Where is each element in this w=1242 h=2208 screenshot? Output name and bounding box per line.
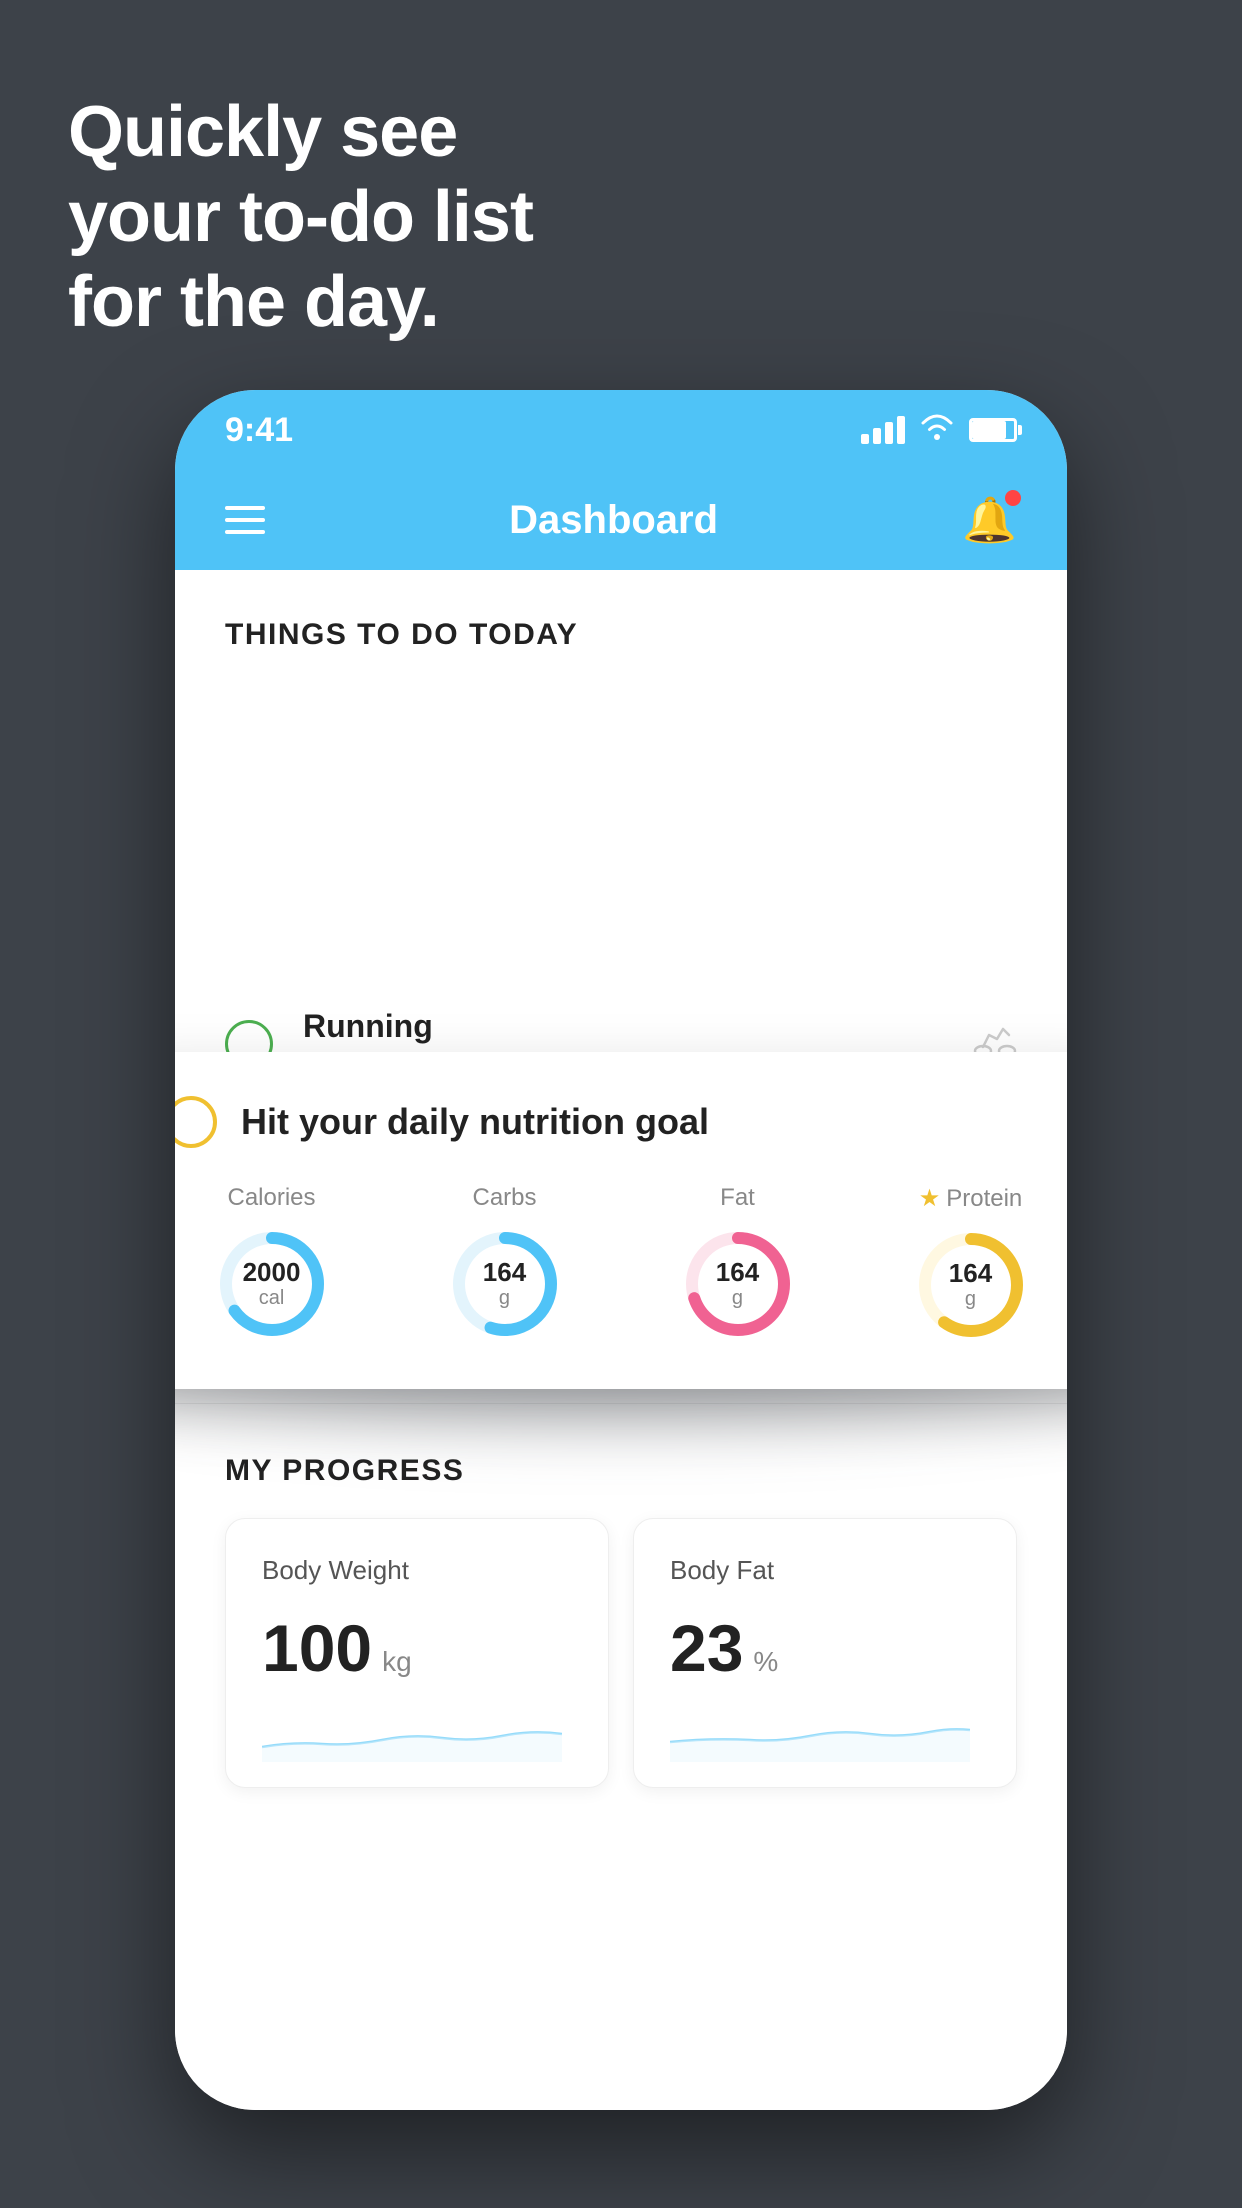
todo-section: Hit your daily nutrition goal Calories: [175, 972, 1067, 1404]
todo-name-running: Running: [303, 1008, 943, 1045]
body-fat-chart: [670, 1712, 970, 1762]
stat-protein: ★ Protein 164 g: [911, 1184, 1031, 1345]
carbs-donut: 164 g: [445, 1224, 565, 1344]
things-header: THINGS TO DO TODAY: [175, 570, 1067, 672]
page-background: Quickly see your to-do list for the day.…: [0, 0, 1242, 2208]
body-weight-value: 100: [262, 1610, 372, 1686]
notification-dot: [1005, 490, 1021, 506]
hero-line3: for the day.: [68, 260, 533, 345]
bell-icon[interactable]: 🔔: [962, 494, 1017, 546]
protein-label: ★ Protein: [919, 1184, 1023, 1213]
nutrition-stats: Calories 2000 cal: [175, 1184, 1067, 1345]
hero-line1: Quickly see: [68, 90, 533, 175]
nutrition-card-title: Hit your daily nutrition goal: [241, 1101, 709, 1143]
wifi-icon: [919, 412, 955, 448]
carbs-label: Carbs: [472, 1184, 536, 1212]
progress-cards: Body Weight 100 kg Body Fat: [225, 1518, 1017, 1788]
fat-value: 164: [716, 1258, 759, 1287]
body-fat-unit: %: [753, 1646, 778, 1678]
status-bar: 9:41: [175, 390, 1067, 470]
stat-carbs: Carbs 164 g: [445, 1184, 565, 1345]
battery-icon: [969, 418, 1017, 442]
phone-frame: 9:41: [175, 390, 1067, 2110]
nutrition-card: Hit your daily nutrition goal Calories: [175, 1052, 1067, 1389]
calories-value: 2000: [243, 1258, 301, 1287]
carbs-value: 164: [483, 1258, 526, 1287]
fat-unit: g: [716, 1287, 759, 1310]
protein-value: 164: [949, 1259, 992, 1288]
signal-bars-icon: [861, 416, 905, 444]
calories-donut: 2000 cal: [212, 1224, 332, 1344]
hero-text: Quickly see your to-do list for the day.: [68, 90, 533, 345]
star-icon: ★: [919, 1184, 941, 1213]
body-weight-card: Body Weight 100 kg: [225, 1518, 609, 1788]
body-weight-label: Body Weight: [262, 1555, 572, 1586]
fat-label: Fat: [720, 1184, 755, 1212]
card-header: Hit your daily nutrition goal: [175, 1096, 1067, 1148]
calories-unit: cal: [243, 1287, 301, 1310]
body-fat-label: Body Fat: [670, 1555, 980, 1586]
status-time: 9:41: [225, 411, 293, 450]
fat-donut: 164 g: [678, 1224, 798, 1344]
body-weight-value-row: 100 kg: [262, 1610, 572, 1686]
progress-section: MY PROGRESS Body Weight 100 kg: [175, 1404, 1067, 1818]
body-weight-unit: kg: [382, 1646, 412, 1678]
protein-unit: g: [949, 1288, 992, 1311]
status-icons: [861, 412, 1017, 448]
stat-fat: Fat 164 g: [678, 1184, 798, 1345]
carbs-unit: g: [483, 1287, 526, 1310]
protein-donut: 164 g: [911, 1225, 1031, 1345]
nav-title: Dashboard: [509, 498, 718, 543]
stat-calories: Calories 2000 cal: [212, 1184, 332, 1345]
hero-line2: your to-do list: [68, 175, 533, 260]
body-fat-card: Body Fat 23 %: [633, 1518, 1017, 1788]
body-weight-chart: [262, 1712, 562, 1762]
calories-label: Calories: [227, 1184, 315, 1212]
hamburger-menu[interactable]: [225, 506, 265, 534]
nav-bar: Dashboard 🔔: [175, 470, 1067, 570]
phone-content: THINGS TO DO TODAY Hit your daily nutrit…: [175, 570, 1067, 2110]
progress-title: MY PROGRESS: [225, 1454, 1017, 1488]
body-fat-value: 23: [670, 1610, 743, 1686]
body-fat-value-row: 23 %: [670, 1610, 980, 1686]
task-circle-nutrition[interactable]: [175, 1096, 217, 1148]
